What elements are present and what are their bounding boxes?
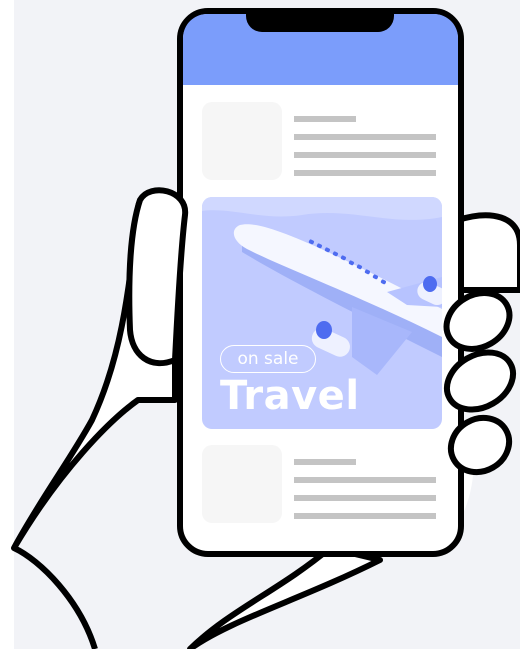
hand-fingers [12,187,516,649]
